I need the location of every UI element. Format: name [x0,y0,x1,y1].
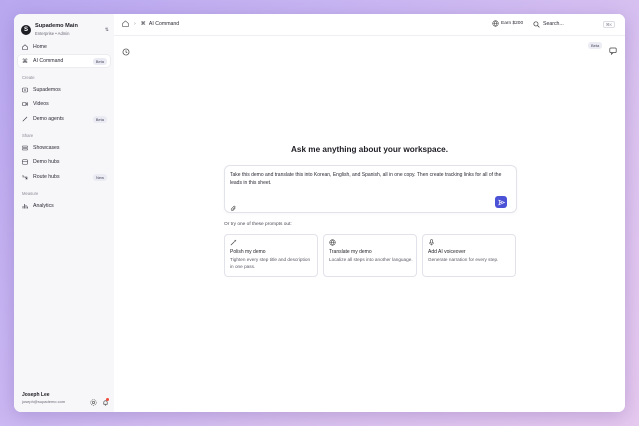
search-input[interactable]: Search... ⌘K [533,18,617,30]
section-label-create: Create [22,75,35,80]
suggestion-description: Tighten every step title and description… [230,257,311,269]
prompt-text[interactable]: Take this demo and translate this into K… [230,172,510,188]
chat-icon[interactable] [609,42,617,56]
showcase-icon [22,145,28,151]
command-icon: ⌘ [140,20,146,27]
sidebar-item-label: Videos [33,101,49,107]
breadcrumb: › ⌘ AI Command [122,20,179,27]
settings-icon[interactable] [89,398,97,406]
breadcrumb-current: AI Command [148,20,180,27]
suggestion-card-polish[interactable]: Polish my demo Tighten every step title … [224,234,318,277]
sidebar-item-label: AI Command [33,58,64,64]
workspace-plan: Enterprise • Admin [35,30,70,36]
sidebar-item-home[interactable]: Home [18,41,110,53]
video-icon [22,101,28,107]
chevron-updown-icon: ⇅ [104,27,109,33]
sidebar-item-label: Demo hubs [33,159,60,165]
hub-icon [22,159,28,165]
search-placeholder: Search... [543,21,564,27]
sidebar-item-route-hubs[interactable]: Route hubs New [18,171,110,183]
suggestion-card-translate[interactable]: Translate my demo Localize all steps int… [323,234,417,277]
sidebar-item-showcases[interactable]: Showcases [18,142,110,154]
sidebar: S Supademo Main Enterprise • Admin ⇅ Hom… [14,14,115,412]
workspace-name: Supademo Main [35,23,78,30]
sidebar-item-label: Supademos [33,87,61,93]
user-email: joseph@supademo.com [22,399,66,404]
sidebar-item-label: Showcases [33,145,60,151]
demo-icon [22,87,28,93]
sidebar-item-ai-command[interactable]: ⌘ AI Command Beta [18,55,110,67]
suggestion-title: Polish my demo [230,249,266,255]
suggestion-description: Localize all steps into another language… [329,257,413,262]
sidebar-item-videos[interactable]: Videos [18,98,110,110]
earn-referral-link[interactable]: Earn $200 [492,20,523,27]
app-window: S Supademo Main Enterprise • Admin ⇅ Hom… [14,14,625,412]
wand-icon [230,239,237,246]
command-icon: ⌘ [22,58,28,65]
sidebar-item-demo-hubs[interactable]: Demo hubs [18,156,110,168]
user-name: Joseph Lee [22,392,50,398]
page-title: Ask me anything about your workspace. [291,145,448,154]
beta-badge: Beta [588,42,603,49]
section-label-measure: Measure [22,191,39,196]
sidebar-item-demo-agents[interactable]: Demo agents Beta [18,113,110,125]
section-label-share: Share [22,133,34,138]
new-badge: New [92,173,107,181]
microphone-icon [428,239,435,246]
search-icon [533,20,540,28]
top-bar: › ⌘ AI Command Earn $200 Search... ⌘K [114,14,625,36]
beta-badge: Beta [92,115,107,123]
globe-icon [329,239,336,246]
route-icon [22,174,28,180]
main-panel: › ⌘ AI Command Earn $200 Search... ⌘K Be [114,14,625,412]
workspace-switcher[interactable]: S Supademo Main Enterprise • Admin ⇅ [21,19,109,41]
home-icon[interactable] [122,20,129,27]
paperclip-icon[interactable] [230,199,237,211]
sidebar-item-label: Analytics [33,203,54,209]
suggestion-description: Generate narration for every step. [428,257,499,262]
sidebar-item-label: Home [33,44,47,50]
wand-icon [22,116,28,122]
suggestion-title: Add AI voiceover [428,249,466,255]
sidebar-item-analytics[interactable]: Analytics [18,200,110,212]
sidebar-item-label: Route hubs [33,174,60,180]
history-icon[interactable] [122,43,130,56]
notification-dot [106,398,109,401]
bar-chart-icon [22,203,28,209]
suggestions-hint: Or try one of these prompts out: [224,222,292,227]
prompt-input[interactable]: Take this demo and translate this into K… [224,165,517,213]
home-icon [22,44,28,50]
workspace-logo: S [21,25,31,35]
suggestion-title: Translate my demo [329,249,372,255]
chevron-right-icon: › [134,20,136,27]
sidebar-item-label: Demo agents [33,116,64,122]
earn-label: Earn $200 [501,21,524,26]
send-button[interactable] [495,196,507,208]
notification-bell-icon[interactable] [101,398,109,406]
globe-icon [492,20,499,27]
user-profile[interactable]: Joseph Lee joseph@supademo.com [22,393,65,404]
send-icon [497,199,505,206]
search-shortcut: ⌘K [602,20,615,28]
beta-badge: Beta [92,57,107,65]
sidebar-item-supademos[interactable]: Supademos [18,84,110,96]
suggestion-card-voiceover[interactable]: Add AI voiceover Generate narration for … [422,234,516,277]
